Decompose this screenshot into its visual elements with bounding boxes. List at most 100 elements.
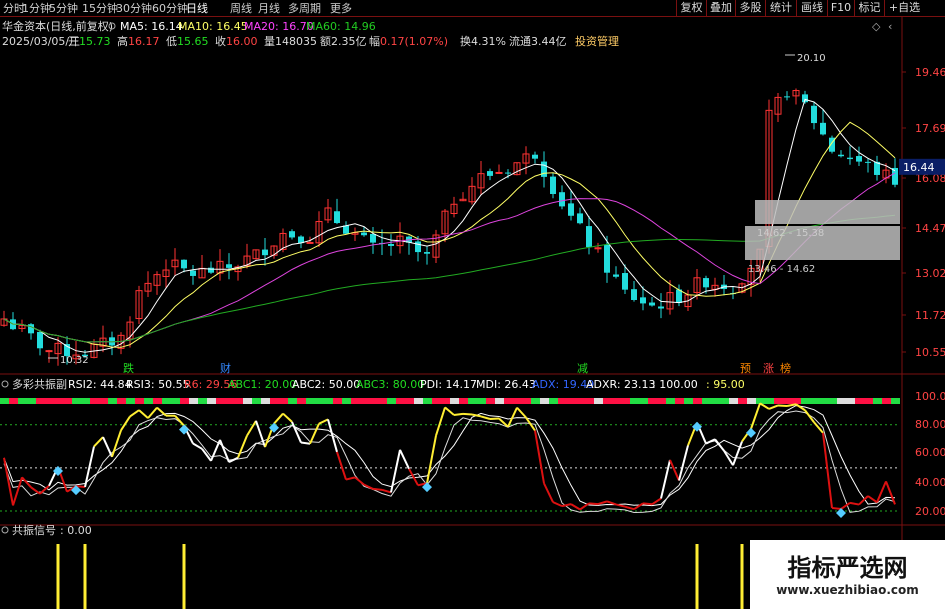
toolbar-button-1[interactable]: 叠加 bbox=[706, 0, 735, 16]
price-tick-0: 19.46 bbox=[915, 66, 945, 79]
trend-band-segment bbox=[432, 398, 441, 404]
toolbar-button-3[interactable]: 统计 bbox=[765, 0, 796, 16]
candle-body bbox=[334, 211, 340, 224]
r6-segment bbox=[3, 457, 14, 506]
trend-band-segment bbox=[648, 398, 657, 404]
period-tab-2[interactable]: 5分钟 bbox=[49, 1, 78, 16]
toolbar-button-4[interactable]: 画线 bbox=[796, 0, 827, 16]
candle-body bbox=[424, 252, 430, 254]
trend-band-segment bbox=[549, 398, 558, 404]
trend-band-segment bbox=[351, 398, 360, 404]
r6-segment bbox=[606, 500, 617, 506]
trend-band-segment bbox=[540, 398, 549, 404]
r6-segment bbox=[777, 404, 788, 408]
indicator-value-1: RSI3: 50.55 bbox=[126, 378, 190, 391]
signal-diamond-icon bbox=[746, 427, 756, 438]
price-tick-1: 17.69 bbox=[915, 122, 945, 135]
r6-segment bbox=[282, 412, 293, 423]
trend-band-segment bbox=[225, 398, 234, 404]
period-tab-5[interactable]: 60分钟 bbox=[152, 1, 188, 16]
r6-segment bbox=[489, 417, 500, 420]
trend-band-segment bbox=[414, 398, 423, 404]
chart-canvas[interactable]: 14.62 - 15.38 13.46 - 14.62 20.10 10.32 跌 财 减 预… bbox=[0, 0, 945, 609]
trend-band-segment bbox=[666, 398, 675, 404]
toolbar-button-7[interactable]: +自选 bbox=[884, 0, 924, 16]
trend-band-segment bbox=[639, 398, 648, 404]
price-tick-3: 14.47 bbox=[915, 222, 945, 235]
trend-band-segment bbox=[882, 398, 891, 404]
r6-segment bbox=[471, 413, 482, 418]
quote-label-0: 开 bbox=[68, 35, 79, 48]
trend-band-segment bbox=[792, 398, 801, 404]
indicator-value-8: ADX: 19.49 bbox=[532, 378, 594, 391]
signal-label-5: 榜 bbox=[780, 361, 791, 375]
trend-band-segment bbox=[117, 398, 126, 404]
trend-band-segment bbox=[441, 398, 450, 404]
ind-tick-0: 100.00 bbox=[915, 390, 945, 403]
candle-body bbox=[856, 156, 862, 162]
trend-band-segment bbox=[405, 398, 414, 404]
toolbar-button-6[interactable]: 标记 bbox=[854, 0, 884, 16]
trend-band-segment bbox=[711, 398, 720, 404]
trend-band-segment bbox=[306, 398, 315, 404]
indicator-settings-icon[interactable] bbox=[1, 380, 9, 388]
trend-band-segment bbox=[486, 398, 495, 404]
r6-segment bbox=[876, 480, 887, 503]
period-tab-8[interactable]: 月线 bbox=[258, 1, 280, 16]
toolbar-button-0[interactable]: 复权 bbox=[676, 0, 706, 16]
invest-manage-link: 投资管理 bbox=[575, 34, 619, 48]
trend-band-segment bbox=[576, 398, 585, 404]
candle-body bbox=[703, 278, 709, 288]
trend-band-segment bbox=[585, 398, 594, 404]
indicator-value-10: : 100.00 bbox=[652, 378, 698, 391]
period-tab-3[interactable]: 15分钟 bbox=[82, 1, 118, 16]
trend-band-segment bbox=[360, 398, 369, 404]
trend-band-segment bbox=[612, 398, 621, 404]
period-tab-6[interactable]: 日线 bbox=[186, 1, 208, 16]
r6-segment bbox=[129, 409, 140, 418]
toolbar-button-5[interactable]: F10 bbox=[827, 0, 854, 16]
quote-value-6: 0.17(1.07%) bbox=[380, 35, 448, 48]
trend-band-segment bbox=[126, 398, 135, 404]
candle-body bbox=[622, 273, 628, 290]
trend-band-segment bbox=[459, 398, 468, 404]
resonance-signal-bar bbox=[695, 544, 699, 609]
signal-settings-icon[interactable] bbox=[1, 526, 9, 534]
indicator-value-0: RSI2: 44.84 bbox=[68, 378, 132, 391]
r6-segment bbox=[273, 412, 284, 425]
resonance-signal-bar bbox=[83, 544, 87, 609]
candle-body bbox=[568, 203, 574, 216]
toolbar-button-2[interactable]: 多股 bbox=[735, 0, 765, 16]
period-tab-9[interactable]: 多周期 bbox=[288, 1, 321, 16]
trend-band-segment bbox=[657, 398, 666, 404]
indicator-value-11: : 95.00 bbox=[706, 378, 745, 391]
period-tab-7[interactable]: 周线 bbox=[230, 1, 252, 16]
period-tab-10[interactable]: 更多 bbox=[330, 1, 352, 16]
candle-body bbox=[388, 243, 394, 246]
period-tab-4[interactable]: 30分钟 bbox=[116, 1, 152, 16]
trend-band-segment bbox=[27, 398, 36, 404]
quote-value-4: 148035 bbox=[275, 35, 317, 48]
ind-tick-1: 80.00 bbox=[915, 418, 945, 431]
r6-segment bbox=[336, 451, 347, 480]
price-tick-6: 10.55 bbox=[915, 346, 945, 359]
candle-body bbox=[495, 171, 503, 174]
indicator-value-4: ABC2: 50.00 bbox=[292, 378, 360, 391]
r6-segment bbox=[30, 486, 41, 495]
trend-band-segment bbox=[81, 398, 90, 404]
period-tab-1[interactable]: 1分钟 bbox=[22, 1, 51, 16]
candle-body bbox=[613, 274, 619, 277]
signal-label-4: 涨 bbox=[763, 362, 774, 375]
quote-value-0: 15.73 bbox=[79, 35, 111, 48]
candle-body bbox=[45, 350, 53, 353]
candle-body bbox=[640, 297, 646, 304]
candle-body bbox=[28, 324, 34, 334]
trend-band-segment bbox=[477, 398, 486, 404]
resonance-signal-bar bbox=[56, 544, 60, 609]
candle-body bbox=[181, 259, 187, 269]
trend-band-segment bbox=[720, 398, 729, 404]
indicator-value-9: ADXR: 23.13 bbox=[586, 378, 656, 391]
r6-segment bbox=[543, 482, 554, 503]
high-label: 20.10 bbox=[797, 53, 826, 64]
trend-band-segment bbox=[333, 398, 342, 404]
